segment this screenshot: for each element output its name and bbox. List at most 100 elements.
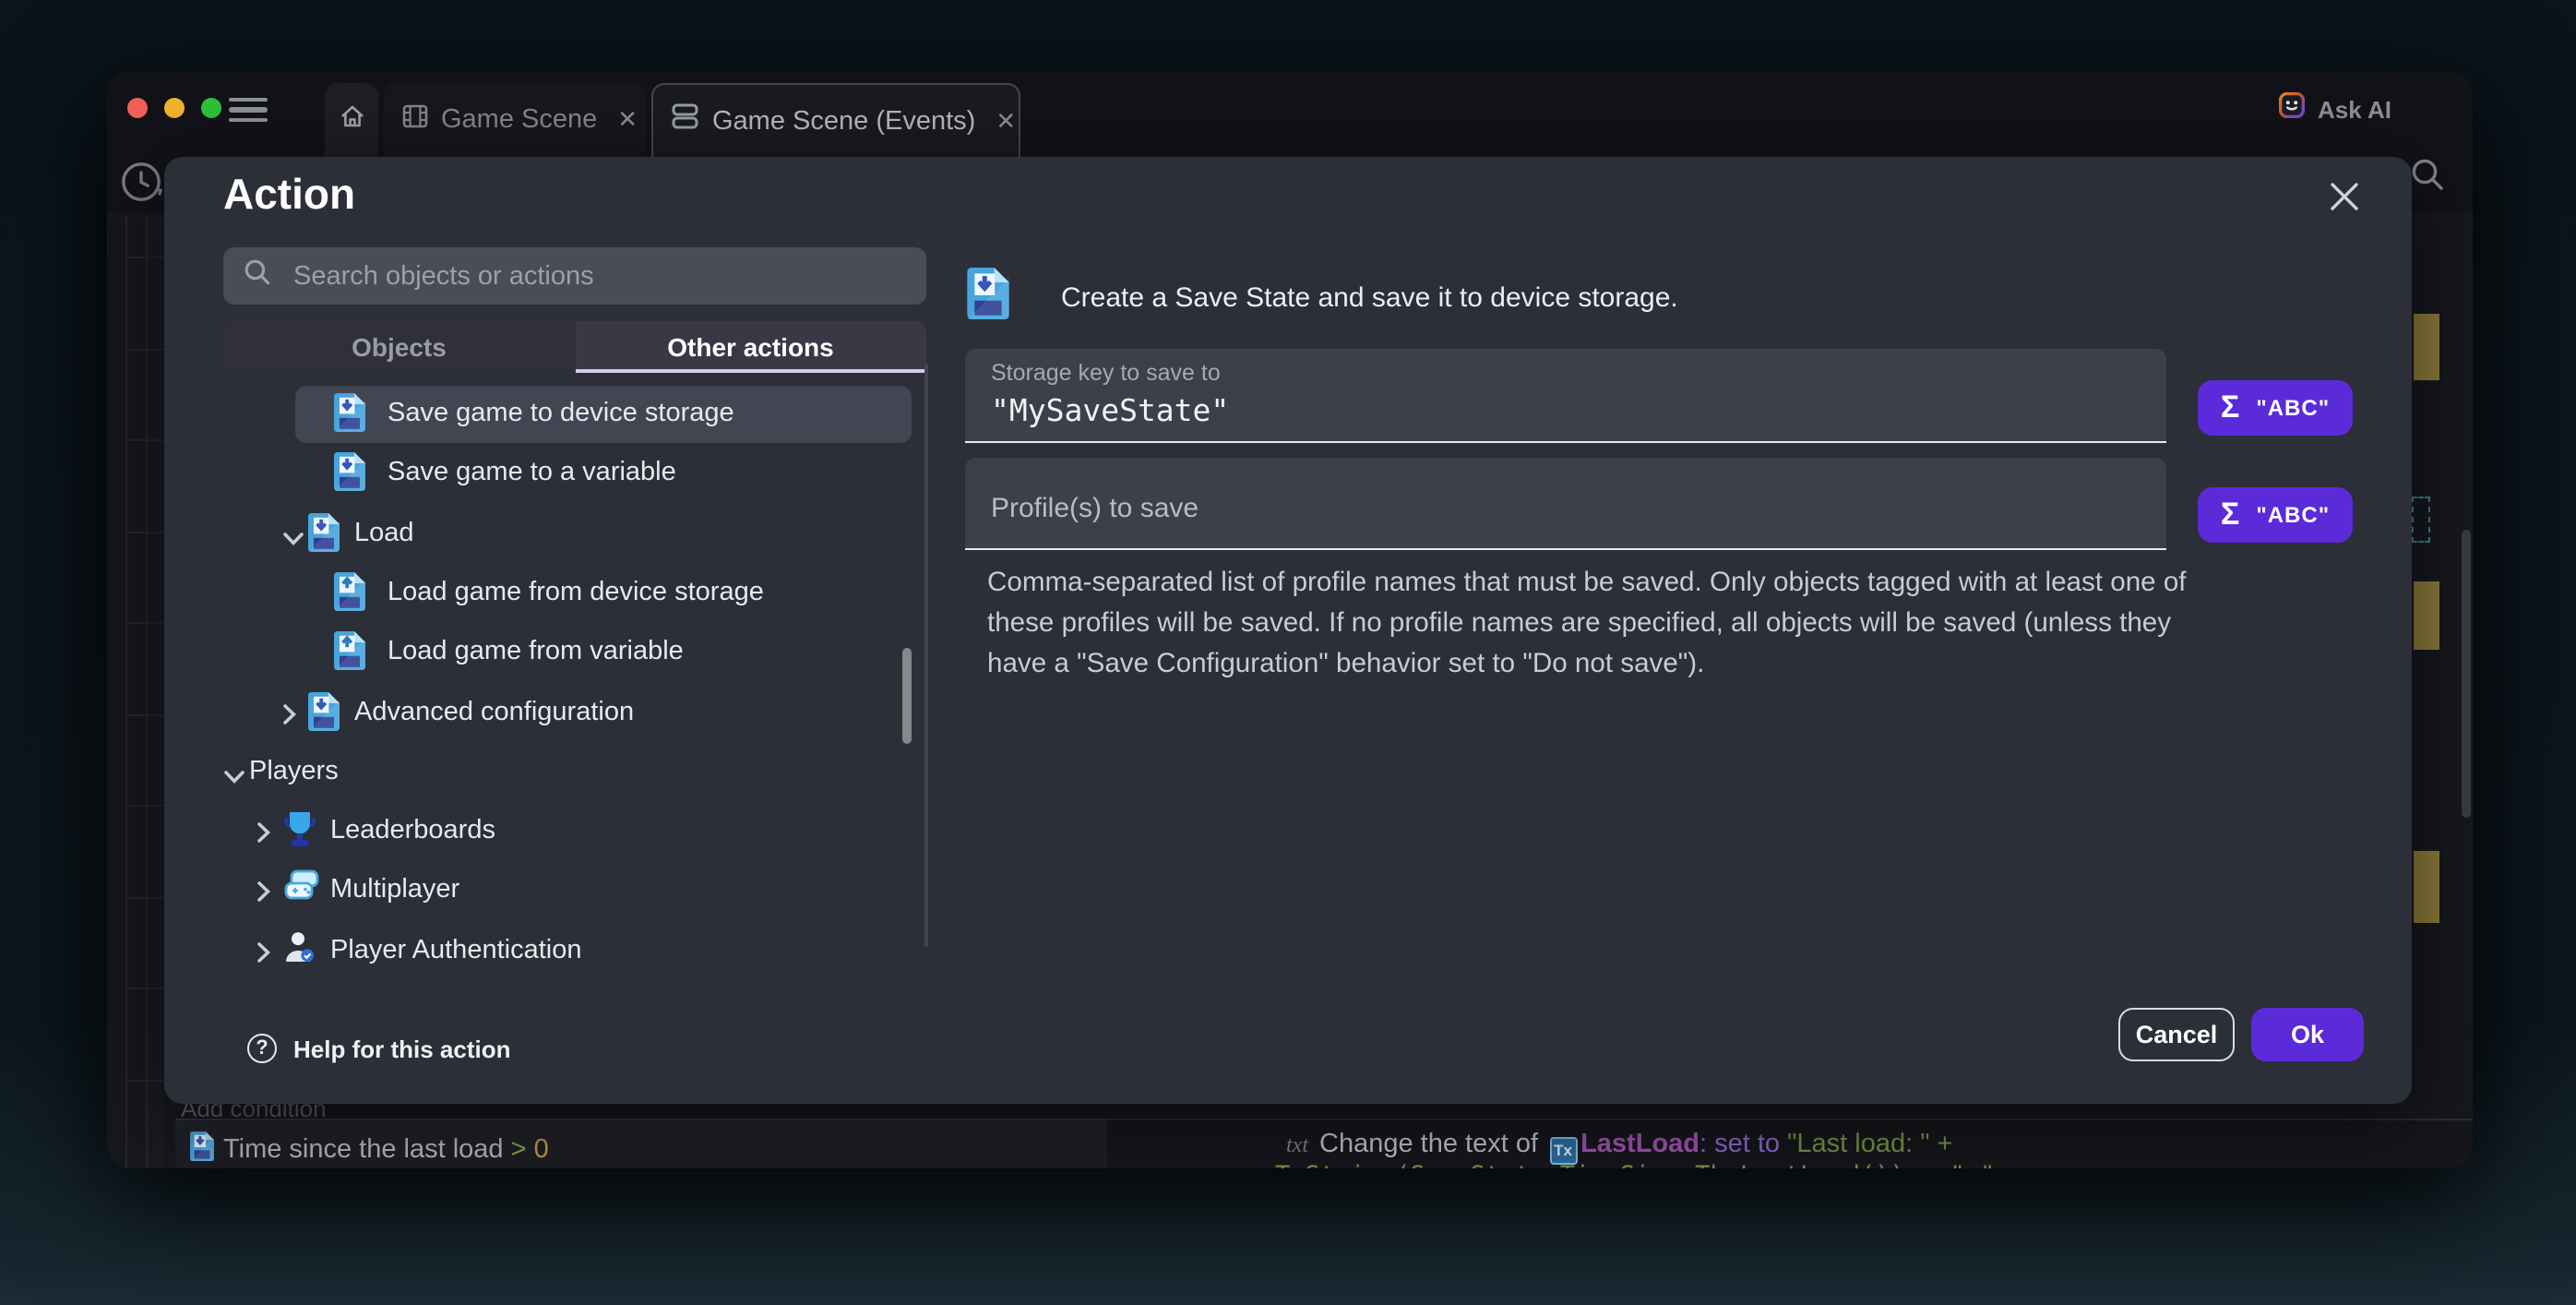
event-row-divider [125,622,165,624]
chevron-right-icon[interactable] [256,939,271,972]
traffic-light-minimize[interactable] [164,98,185,118]
tree-item-load-game-from-variable[interactable]: Load game from variable [223,624,926,681]
question-icon: ? [247,1034,277,1063]
selector-tabs: Objects Other actions [223,321,926,373]
tree-item-label: Player Authentication [330,935,581,964]
tree-item-label: Save game to device storage [388,399,734,428]
tab-objects[interactable]: Objects [223,321,575,373]
abc-label: "ABC" [2256,502,2330,528]
tree-item-label: Load [354,518,414,547]
action-text-line2: ToString(SaveState.TimeSinceTheLastLoad(… [1275,1161,1995,1168]
tab-game-scene[interactable]: Game Scene ✕ [384,83,646,157]
event-action-cell[interactable]: txtChange the text of TxLastLoad: set to… [1107,1119,2473,1168]
tab-label: Game Scene (Events) [712,106,975,136]
event-row-divider [125,896,165,898]
events-scrollbar-thumb[interactable] [2462,530,2471,818]
event-row-divider [125,988,165,989]
list-scrollbar-thumb[interactable] [902,648,912,744]
chevron-right-icon[interactable] [282,700,297,734]
close-tab-icon[interactable]: ✕ [617,105,638,135]
event-row-divider [125,257,165,258]
tree-item-multiplayer[interactable]: Multiplayer [223,863,926,920]
field-helper-text: Comma-separated list of profile names th… [987,563,2201,685]
tree-item-label: Multiplayer [330,876,459,905]
load-icon [334,631,365,679]
tab-label: Game Scene [441,105,597,135]
tree-item-save-game-to-device-storage[interactable]: Save game to device storage [223,386,926,443]
expression-builder-button[interactable]: Σ "ABC" [2198,380,2353,436]
tree-item-label: Advanced configuration [354,697,634,726]
selection-dashed-box [2412,497,2430,543]
chevron-down-icon[interactable] [282,521,304,555]
tree-item-players[interactable]: Players [223,744,926,801]
help-for-action-link[interactable]: ? Help for this action [247,1034,510,1063]
tab-other-actions[interactable]: Other actions [575,321,926,373]
tree-item-advanced-configuration[interactable]: Advanced configuration [223,684,926,741]
expression-builder-button[interactable]: Σ "ABC" [2198,487,2353,543]
desktop-background: Game Scene ✕ Game Scene (Events) ✕ Ask A… [0,0,2576,1305]
gamepad-icon [284,870,319,911]
tree-item-label: Save game to a variable [388,459,676,488]
field-label: Storage key to save to [991,349,2166,386]
field-label: Profile(s) to save [991,458,2166,524]
event-nesting-line [125,216,126,1168]
tree-item-leaderboards[interactable]: Leaderboards [223,803,926,860]
action-description: Create a Save State and save it to devic… [1061,268,1678,314]
ok-button[interactable]: Ok [2251,1008,2364,1061]
save-icon [967,268,1009,329]
tab-game-scene-events[interactable]: Game Scene (Events) ✕ [651,83,1020,157]
storage-key-field[interactable]: Storage key to save to "MySaveState" [965,349,2166,443]
tree-item-label: Load game from variable [388,637,684,666]
event-row-divider [125,1079,165,1081]
event-nesting-line [145,216,147,1168]
text-object-icon: txt [1286,1131,1308,1157]
cancel-button[interactable]: Cancel [2118,1008,2235,1061]
event-highlight-block [2414,581,2439,650]
film-icon [402,102,428,138]
action-text: txtChange the text of TxLastLoad: set to… [1286,1130,1953,1165]
chevron-right-icon[interactable] [256,820,271,853]
tree-item-label: Leaderboards [330,816,495,845]
event-row-divider [125,713,165,715]
save-icon [334,453,365,501]
tab-home[interactable] [325,83,378,157]
search-icon[interactable] [2410,157,2445,201]
chevron-down-icon[interactable] [223,760,245,794]
close-dialog-icon[interactable] [2320,172,2367,220]
traffic-light-zoom[interactable] [201,98,221,118]
history-icon[interactable] [118,159,164,214]
save-icon [308,691,340,739]
save-icon [308,512,340,560]
ai-smiley-icon [2279,92,2305,127]
search-icon [244,257,271,294]
tab-other-actions-label: Other actions [667,332,834,362]
abc-label: "ABC" [2256,395,2330,421]
tree-item-load[interactable]: Load [223,505,926,562]
menu-icon[interactable] [229,98,268,122]
dialog-title: Action [223,170,355,220]
sigma-icon: Σ [2221,389,2239,426]
tree-item-load-game-from-device-storage[interactable]: Load game from device storage [223,565,926,622]
profiles-field[interactable]: Profile(s) to save [965,458,2166,550]
ask-ai-label: Ask AI [2318,96,2391,124]
events-icon [672,103,699,138]
list-scrollbar-track[interactable] [924,364,927,947]
trophy-icon [284,810,316,858]
close-tab-icon[interactable]: ✕ [996,106,1016,136]
event-highlight-block [2414,314,2439,380]
home-icon [339,102,364,138]
person-icon [284,929,316,974]
tree-item-player-authentication[interactable]: Player Authentication [223,922,926,979]
chevron-right-icon[interactable] [256,880,271,913]
tree-item-save-game-to-a-variable[interactable]: Save game to a variable [223,446,926,503]
active-tab-underline [575,368,926,373]
help-label: Help for this action [293,1035,510,1062]
traffic-light-close[interactable] [127,98,148,118]
search-input[interactable] [290,259,906,293]
ask-ai-button[interactable]: Ask AI [2279,92,2391,127]
event-sheet-gutter [145,216,164,1168]
event-row-divider [125,531,165,533]
tree-item-label: Load game from device storage [388,578,764,607]
sigma-icon: Σ [2221,497,2239,533]
search-input-wrapper [223,247,926,305]
